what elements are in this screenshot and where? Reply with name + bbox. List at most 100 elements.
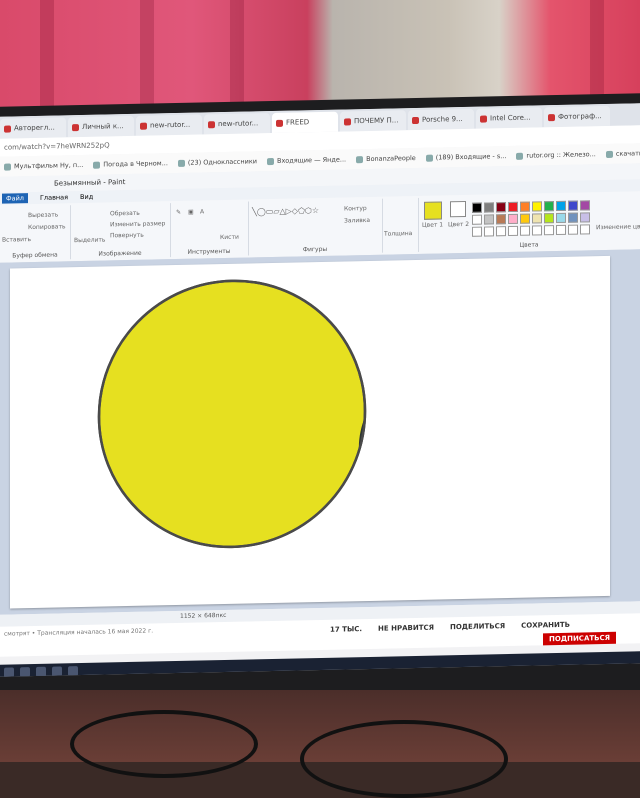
taskbar-app-icon[interactable] (52, 666, 62, 677)
browser-tab[interactable]: ПОЧЕМУ П... (340, 110, 406, 132)
share-button[interactable]: ПОДЕЛИТЬСЯ (450, 622, 505, 631)
bookmark-item[interactable]: rutor.org :: Железо... (516, 150, 596, 160)
palette-swatch[interactable] (532, 201, 542, 212)
cable (70, 710, 258, 778)
paste-button[interactable]: Вставить (2, 236, 31, 244)
text-icon[interactable]: A (200, 208, 204, 215)
rotate-button[interactable]: Повернуть (110, 232, 144, 240)
color1-swatch[interactable] (424, 201, 442, 220)
palette-swatch[interactable] (484, 202, 494, 213)
palette-swatch-empty[interactable] (544, 225, 554, 236)
edit-colors-button[interactable]: Изменение цветов (596, 223, 640, 231)
window-title: Безымянный - Paint (54, 178, 126, 188)
bookmark-item[interactable]: (23) Одноклассники (177, 157, 257, 167)
palette-swatch[interactable] (580, 200, 590, 211)
palette-swatch[interactable] (520, 201, 530, 212)
color1-label: Цвет 1 (422, 221, 444, 229)
bookmark-item[interactable]: (189) Входящие - s... (425, 152, 506, 162)
browser-tab-active[interactable]: FREED (272, 111, 338, 134)
palette-swatch-empty[interactable] (484, 226, 494, 237)
palette-swatch-empty[interactable] (580, 224, 590, 235)
subscribe-button[interactable]: ПОДПИСАТЬСЯ (543, 631, 616, 646)
pencil-icon[interactable]: ✎ (176, 209, 181, 216)
crop-button[interactable]: Обрезать (110, 210, 140, 218)
tab-favicon-icon (412, 116, 419, 124)
group-caption: Изображение (98, 249, 142, 258)
browser-tab[interactable]: Фотограф... (544, 105, 610, 128)
group-caption: Фигуры (302, 245, 328, 254)
bookmark-item[interactable]: скачать Downlo (605, 149, 640, 158)
palette-swatch[interactable] (544, 201, 554, 212)
tab-home[interactable]: Главная (40, 193, 68, 202)
copy-button[interactable]: Копировать (28, 223, 65, 231)
palette-swatch[interactable] (496, 202, 506, 213)
palette-swatch-empty[interactable] (472, 226, 482, 237)
save-button[interactable]: СОХРАНИТЬ (521, 621, 570, 630)
shapes-gallery-icon[interactable]: ╲◯▭▱△▷◇⬠⬡☆ (252, 206, 319, 216)
palette-swatch[interactable] (556, 212, 566, 224)
chrome-icon[interactable] (68, 666, 78, 677)
palette-swatch[interactable] (580, 212, 590, 223)
bookmark-icon (93, 161, 101, 169)
browser-tab[interactable]: new-rutor... (204, 113, 270, 135)
like-button[interactable]: 17 ТЫС. (330, 625, 362, 634)
stream-date: смотрят • Трансляция началась 16 мая 202… (4, 627, 154, 638)
cut-button[interactable]: Вырезать (28, 211, 58, 219)
bookmark-item[interactable]: Погода в Черном... (93, 159, 168, 169)
palette-swatch[interactable] (568, 200, 578, 211)
size-group: Толщина (382, 197, 419, 253)
palette-swatch-empty[interactable] (568, 224, 578, 235)
bookmark-item[interactable]: Мультфильм Ну, п... (4, 161, 83, 171)
taskbar-app-icon[interactable] (20, 667, 30, 677)
bookmark-icon (177, 159, 185, 167)
bookmark-icon (425, 154, 433, 162)
browser-tab[interactable]: Авторегл... (0, 117, 66, 139)
select-button[interactable]: Выделить (74, 236, 105, 244)
group-caption: Инструменты (187, 247, 231, 256)
palette-swatch[interactable] (508, 201, 518, 213)
palette-swatch[interactable] (472, 202, 482, 213)
tab-favicon-icon (4, 124, 11, 133)
dislike-button[interactable]: НЕ НРАВИТСЯ (378, 624, 434, 633)
bookmark-item[interactable]: Входящие — Янде... (266, 155, 346, 165)
browser-tab[interactable]: Porsche 9... (408, 108, 474, 131)
palette-swatch[interactable] (484, 214, 494, 225)
brushes-button[interactable]: Кисти (220, 234, 239, 241)
palette-swatch[interactable] (556, 200, 566, 212)
size-button[interactable]: Толщина (384, 230, 412, 238)
palette-swatch-empty[interactable] (520, 225, 530, 236)
tab-favicon-icon (548, 113, 555, 121)
bookmark-icon (266, 157, 274, 165)
taskbar-app-icon[interactable] (4, 667, 14, 677)
drawing-canvas[interactable] (10, 255, 610, 609)
palette-swatch[interactable] (544, 213, 554, 224)
palette-swatch[interactable] (496, 214, 506, 225)
browser-tab[interactable]: Личный к... (68, 115, 134, 138)
palette-swatch[interactable] (508, 213, 518, 225)
browser-tab[interactable]: Intel Core... (476, 107, 542, 129)
palette-swatch[interactable] (472, 214, 482, 225)
bookmark-icon (356, 155, 364, 163)
palette-swatch-empty[interactable] (508, 225, 518, 237)
bookmark-item[interactable]: BonanzaPeople (356, 154, 416, 163)
outline-button[interactable]: Контур (344, 205, 367, 212)
tab-file[interactable]: Файл (2, 193, 28, 204)
palette-swatch[interactable] (532, 213, 542, 224)
palette-swatch[interactable] (568, 212, 578, 223)
drawing (97, 279, 367, 549)
palette-swatch-empty[interactable] (556, 224, 566, 236)
tab-view[interactable]: Вид (80, 193, 93, 201)
group-caption: Буфер обмена (12, 251, 58, 260)
palette-swatch-empty[interactable] (496, 226, 506, 237)
bookmark-icon (516, 152, 524, 160)
fill-button[interactable]: Заливка (344, 217, 370, 225)
palette-swatch[interactable] (520, 213, 530, 224)
clipboard-group: Вставить Вырезать Копировать Буфер обмен… (0, 205, 71, 261)
shadow-crescent (358, 320, 365, 511)
color2-swatch[interactable] (450, 200, 466, 218)
browser-tab[interactable]: new-rutor... (136, 114, 202, 136)
taskbar-app-icon[interactable] (36, 666, 46, 677)
palette-swatch-empty[interactable] (532, 225, 542, 236)
fill-icon[interactable]: ▣ (188, 209, 194, 216)
resize-button[interactable]: Изменить размер (110, 220, 165, 228)
